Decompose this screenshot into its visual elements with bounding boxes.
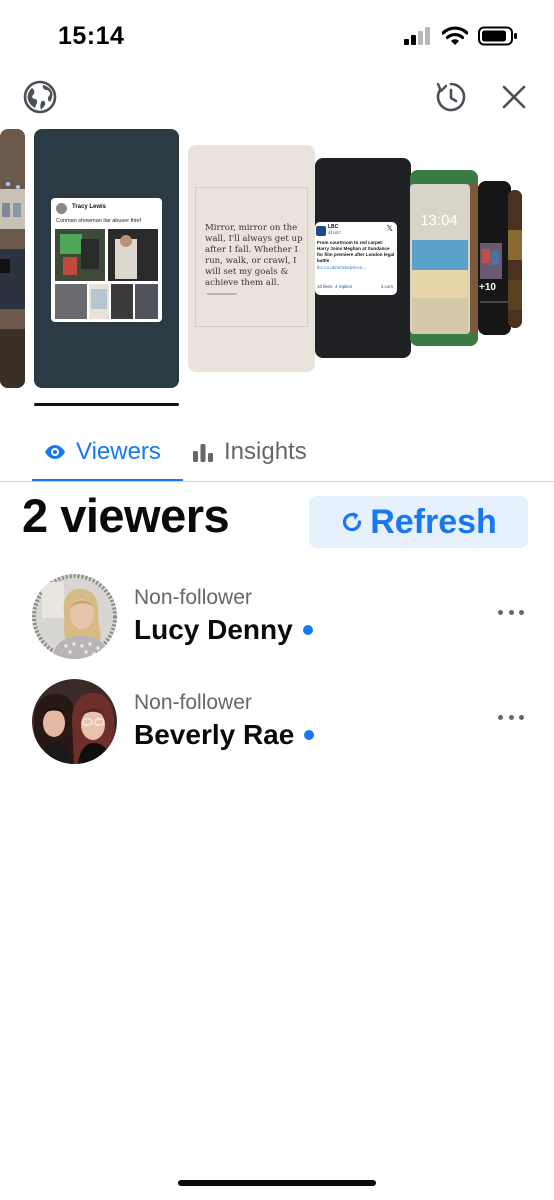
tweet-replies: 4 replies — [335, 284, 353, 289]
story-phone-image — [410, 170, 478, 346]
globe-button[interactable] — [23, 80, 57, 114]
story-tweet-card: LBC @LBC 𝕏 From courtroom to red carpet:… — [315, 222, 397, 295]
online-status-dot — [302, 625, 313, 635]
tab-bar: Viewers Insights — [0, 424, 554, 482]
story-post-card: Tracy Lewis Conman showman liar abuser t… — [51, 198, 162, 322]
viewer-status: Non-follower — [134, 691, 252, 714]
viewer-row[interactable]: Non-follower Lucy Denny — [0, 574, 554, 664]
story-caption: Conman showman liar abuser thief — [56, 218, 141, 224]
story-author-avatar — [56, 203, 67, 214]
tab-viewers[interactable]: Viewers — [44, 424, 161, 480]
status-time: 15:14 — [58, 22, 125, 50]
bar-chart-icon — [193, 444, 213, 462]
eye-icon — [45, 445, 65, 459]
cellular-signal-icon — [404, 27, 430, 45]
story-quote-signature — [207, 293, 237, 295]
story-author: Tracy Lewis — [72, 204, 107, 210]
story-thumbnail-quote[interactable]: Mirror, mirror on the wall, I'll always … — [188, 145, 315, 372]
more-options-button[interactable] — [498, 602, 524, 622]
tweet-likes: 10 likes — [317, 284, 333, 289]
globe-icon — [23, 80, 57, 114]
close-button[interactable] — [497, 80, 531, 114]
x-logo-icon: 𝕏 — [386, 224, 393, 233]
viewer-name[interactable]: Beverly Rae — [134, 719, 315, 751]
lbc-logo — [316, 226, 326, 236]
more-options-button[interactable] — [498, 707, 524, 727]
viewer-status: Non-follower — [134, 586, 252, 609]
story-thumbnail-phone[interactable]: 13:04 — [410, 170, 478, 346]
avatar[interactable] — [32, 679, 117, 764]
story-thumbnail-last[interactable] — [508, 190, 522, 328]
tab-viewers-label: Viewers — [76, 438, 161, 465]
avatar-image-beverly — [32, 679, 117, 764]
story-thumbnail-dark[interactable]: +10 — [478, 181, 511, 335]
viewer-name-text: Beverly Rae — [134, 719, 295, 750]
story-quote-frame: Mirror, mirror on the wall, I'll always … — [195, 187, 308, 327]
story-dark-image — [478, 181, 511, 335]
viewers-count: 2 viewers — [22, 489, 230, 542]
story-thumbnail-active[interactable]: Tracy Lewis Conman showman liar abuser t… — [34, 129, 179, 388]
wifi-icon — [442, 26, 468, 45]
story-count-badge: +10 — [479, 282, 496, 293]
viewer-row[interactable]: Non-follower Beverly Rae — [0, 679, 554, 769]
more-dot — [508, 714, 514, 720]
more-dot — [508, 609, 514, 615]
avatar-image-lucy — [32, 574, 117, 659]
refresh-label: Refresh — [370, 502, 497, 541]
status-icons — [404, 26, 518, 46]
more-dot — [519, 609, 524, 615]
more-dot — [519, 714, 524, 720]
tabs-divider — [0, 481, 554, 482]
timer-button[interactable] — [434, 80, 468, 114]
home-indicator[interactable] — [178, 1180, 376, 1186]
tweet-handle: @LBC — [328, 230, 342, 235]
timer-icon — [436, 82, 466, 112]
story-thumbnail-previous[interactable] — [0, 129, 25, 388]
tweet-headline: From courtroom to red carpet: Harry Join… — [317, 240, 395, 263]
story-phone-time: 13:04 — [420, 212, 458, 229]
viewer-name-text: Lucy Denny — [134, 614, 293, 645]
active-story-indicator — [34, 403, 179, 406]
story-last-image — [508, 190, 522, 328]
viewer-name[interactable]: Lucy Denny — [134, 614, 313, 646]
tweet-domain: s.com — [380, 284, 393, 289]
refresh-icon — [343, 512, 362, 532]
tab-insights-label: Insights — [224, 438, 307, 465]
more-dot — [498, 714, 503, 720]
avatar[interactable] — [32, 574, 117, 659]
tweet-link: lbc.co.uk/article/prince... — [317, 265, 367, 270]
story-quote-text: Mirror, mirror on the wall, I'll always … — [205, 223, 303, 288]
status-bar: 15:14 — [0, 0, 554, 74]
refresh-button[interactable]: Refresh — [309, 496, 528, 548]
close-icon — [502, 85, 526, 109]
story-thumbnail-news[interactable]: LBC @LBC 𝕏 From courtroom to red carpet:… — [315, 158, 411, 358]
online-status-dot — [304, 730, 315, 740]
battery-icon — [478, 26, 517, 46]
tab-insights[interactable]: Insights — [192, 424, 307, 480]
story-previous-image — [0, 129, 25, 388]
more-dot — [498, 609, 503, 615]
story-collage-image — [55, 229, 158, 319]
